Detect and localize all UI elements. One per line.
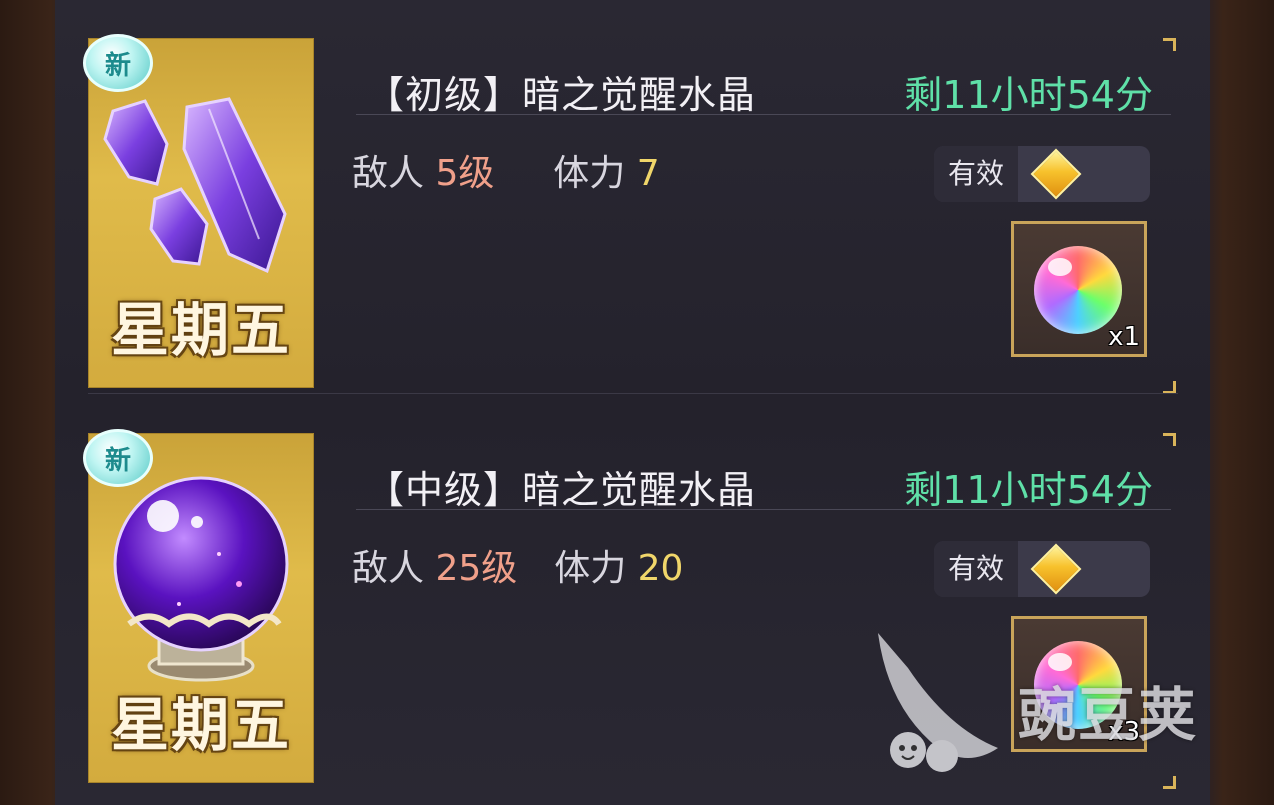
stamina-value: 20 <box>637 548 684 589</box>
watermark: 豌豆荚 <box>868 628 1238 778</box>
enemy-label: 敌人 <box>352 153 425 194</box>
quest-title-bar: 【中级】暗之觉醒水晶 剩11小时54分 <box>356 459 1171 512</box>
valid-indicator: 有效 <box>934 541 1150 597</box>
time-remaining: 剩11小时54分 <box>904 73 1153 117</box>
valid-indicator: 有效 <box>934 146 1150 202</box>
new-badge: 新 <box>83 429 153 487</box>
enemy-level: 5级 <box>435 153 495 194</box>
day-label: 星期五 <box>110 296 291 364</box>
quest-title: 【中级】暗之觉醒水晶 <box>366 468 757 512</box>
stamina-label: 体力 <box>554 548 627 589</box>
quest-title-bar: 【初级】暗之觉醒水晶 剩11小时54分 <box>356 64 1171 117</box>
pea-pod-logo-icon <box>878 633 998 772</box>
watermark-text: 豌豆荚 <box>1018 681 1199 749</box>
corner-ornament <box>1163 433 1176 446</box>
enemy-label: 敌人 <box>352 548 425 589</box>
gold-gem-icon <box>1030 543 1082 595</box>
enemy-level: 25级 <box>435 548 518 589</box>
quest-stats: 敌人 5级 体力 7 <box>352 144 660 196</box>
card-divider <box>88 393 1178 394</box>
quest-stats: 敌人 25级 体力 20 <box>352 539 683 591</box>
valid-label: 有效 <box>934 541 1018 597</box>
new-badge: 新 <box>83 34 153 92</box>
time-remaining: 剩11小时54分 <box>904 468 1153 512</box>
stamina-label: 体力 <box>553 153 626 194</box>
rainbow-orb-icon <box>1034 246 1122 334</box>
gold-gem-icon <box>1030 148 1082 200</box>
day-label: 星期五 <box>110 691 291 759</box>
valid-label: 有效 <box>934 146 1018 202</box>
quest-card-beginner[interactable]: 星期五 新 【初级】暗之觉醒水晶 剩11小时54分 敌人 5级 体力 7 有效 … <box>83 34 1178 394</box>
corner-ornament <box>1163 38 1176 51</box>
stamina-value: 7 <box>636 153 660 194</box>
quest-title: 【初级】暗之觉醒水晶 <box>366 73 757 117</box>
reward-quantity: x1 <box>1108 322 1140 352</box>
reward-item[interactable]: x1 <box>1011 221 1147 357</box>
